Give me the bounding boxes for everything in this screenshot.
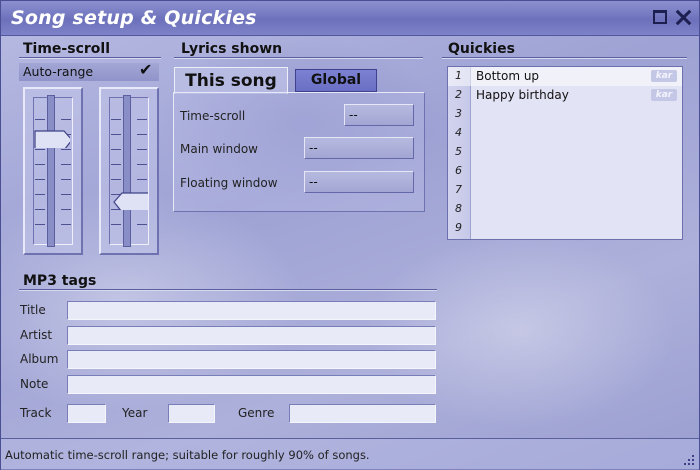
title-bar[interactable]: Song setup & Quickies [1, 1, 699, 36]
slider-tick [137, 149, 147, 150]
slider-thumb[interactable] [34, 130, 70, 148]
slider-tick [137, 119, 147, 120]
mp3-tags-heading: MP3 tags [23, 273, 97, 289]
mp3-divider [19, 289, 437, 291]
slider-thumb[interactable] [112, 192, 148, 210]
status-text: Automatic time-scroll range; suitable fo… [5, 448, 370, 462]
slider-tick [111, 119, 121, 120]
quickie-number: 8 [455, 202, 462, 215]
quickie-number: 7 [455, 183, 462, 196]
list-item[interactable]: 2 Happy birthday kar [448, 86, 682, 105]
list-item[interactable]: 1 Bottom up kar [448, 67, 682, 86]
slider-tick [61, 149, 71, 150]
time-scroll-heading: Time-scroll [23, 41, 110, 57]
lyrics-divider [174, 57, 423, 59]
slider-tick [111, 134, 121, 135]
slider-tick [111, 164, 121, 165]
time-scroll-divider [19, 57, 161, 59]
list-item[interactable]: 5 [448, 143, 682, 162]
slider-tick [61, 164, 71, 165]
quickies-list[interactable]: 1 Bottom up kar 2 Happy birthday kar 3 4… [447, 66, 683, 240]
status-bar: Automatic time-scroll range; suitable fo… [1, 438, 699, 470]
maximize-icon[interactable] [653, 10, 667, 24]
quickie-number: 2 [455, 88, 462, 101]
track-field[interactable] [67, 404, 106, 423]
album-label: Album [20, 352, 59, 366]
quickie-number: 6 [455, 164, 462, 177]
floating-window-lyrics-label: Floating window [180, 176, 278, 190]
auto-range-label: Auto-range [23, 64, 94, 79]
time-scroll-lyrics-label: Time-scroll [180, 109, 246, 123]
quickie-number: 4 [455, 126, 462, 139]
floating-window-lyrics-select[interactable]: -- [304, 171, 414, 193]
slider-tick [35, 224, 45, 225]
slider-tick [61, 179, 71, 180]
slider-tick [137, 164, 147, 165]
slider-track [47, 95, 55, 247]
time-scroll-lyrics-select[interactable]: -- [344, 104, 414, 126]
quickies-divider [442, 57, 687, 59]
time-scroll-start-slider[interactable] [23, 87, 83, 255]
slider-tick [137, 179, 147, 180]
year-label: Year [122, 406, 148, 420]
kar-badge: kar [651, 70, 677, 82]
quickie-number: 1 [455, 69, 462, 82]
year-field[interactable] [168, 404, 215, 423]
main-window-lyrics-label: Main window [180, 142, 258, 156]
slider-tick [61, 209, 71, 210]
slider-tick [111, 224, 121, 225]
note-field[interactable] [67, 375, 436, 394]
slider-tick [35, 194, 45, 195]
auto-range-checkbox[interactable]: Auto-range ✔ [19, 60, 159, 81]
main-window-lyrics-select[interactable]: -- [304, 137, 414, 159]
list-item[interactable]: 9 [448, 219, 682, 238]
artist-label: Artist [20, 328, 53, 342]
tab-global[interactable]: Global [295, 69, 377, 92]
slider-tick [61, 224, 71, 225]
list-item[interactable]: 8 [448, 200, 682, 219]
track-label: Track [20, 406, 52, 420]
song-setup-window: Song setup & Quickies Time-scroll Auto-r… [0, 0, 700, 470]
resize-grip-icon[interactable] [683, 455, 695, 467]
slider-tick [35, 119, 45, 120]
quickie-number: 9 [455, 221, 462, 234]
slider-tick [137, 134, 147, 135]
slider-tick [137, 224, 147, 225]
kar-badge: kar [651, 89, 677, 101]
genre-field[interactable] [289, 404, 436, 423]
close-icon[interactable] [676, 10, 690, 24]
lyrics-shown-heading: Lyrics shown [181, 41, 283, 57]
slider-tick [61, 119, 71, 120]
window-title: Song setup & Quickies [11, 7, 257, 29]
note-label: Note [20, 377, 49, 391]
list-item[interactable]: 4 [448, 124, 682, 143]
slider-tick [111, 149, 121, 150]
list-item[interactable]: 3 [448, 105, 682, 124]
genre-label: Genre [238, 406, 275, 420]
slider-tick [35, 149, 45, 150]
title-field[interactable] [67, 301, 436, 320]
slider-tick [35, 164, 45, 165]
quickie-number: 3 [455, 107, 462, 120]
slider-tick [35, 179, 45, 180]
time-scroll-end-slider[interactable] [99, 87, 159, 255]
album-field[interactable] [67, 350, 436, 369]
slider-tick [35, 209, 45, 210]
checkmark-icon: ✔ [139, 60, 153, 79]
title-label: Title [20, 303, 46, 317]
quickie-title: Happy birthday [476, 88, 569, 102]
artist-field[interactable] [67, 326, 436, 345]
quickie-title: Bottom up [476, 69, 540, 83]
slider-track [123, 95, 131, 247]
list-item[interactable]: 6 [448, 162, 682, 181]
quickies-heading: Quickies [448, 41, 515, 57]
list-item[interactable]: 7 [448, 181, 682, 200]
slider-tick [111, 179, 121, 180]
slider-tick [61, 194, 71, 195]
tab-this-song[interactable]: This song [174, 67, 288, 94]
quickie-number: 5 [455, 145, 462, 158]
